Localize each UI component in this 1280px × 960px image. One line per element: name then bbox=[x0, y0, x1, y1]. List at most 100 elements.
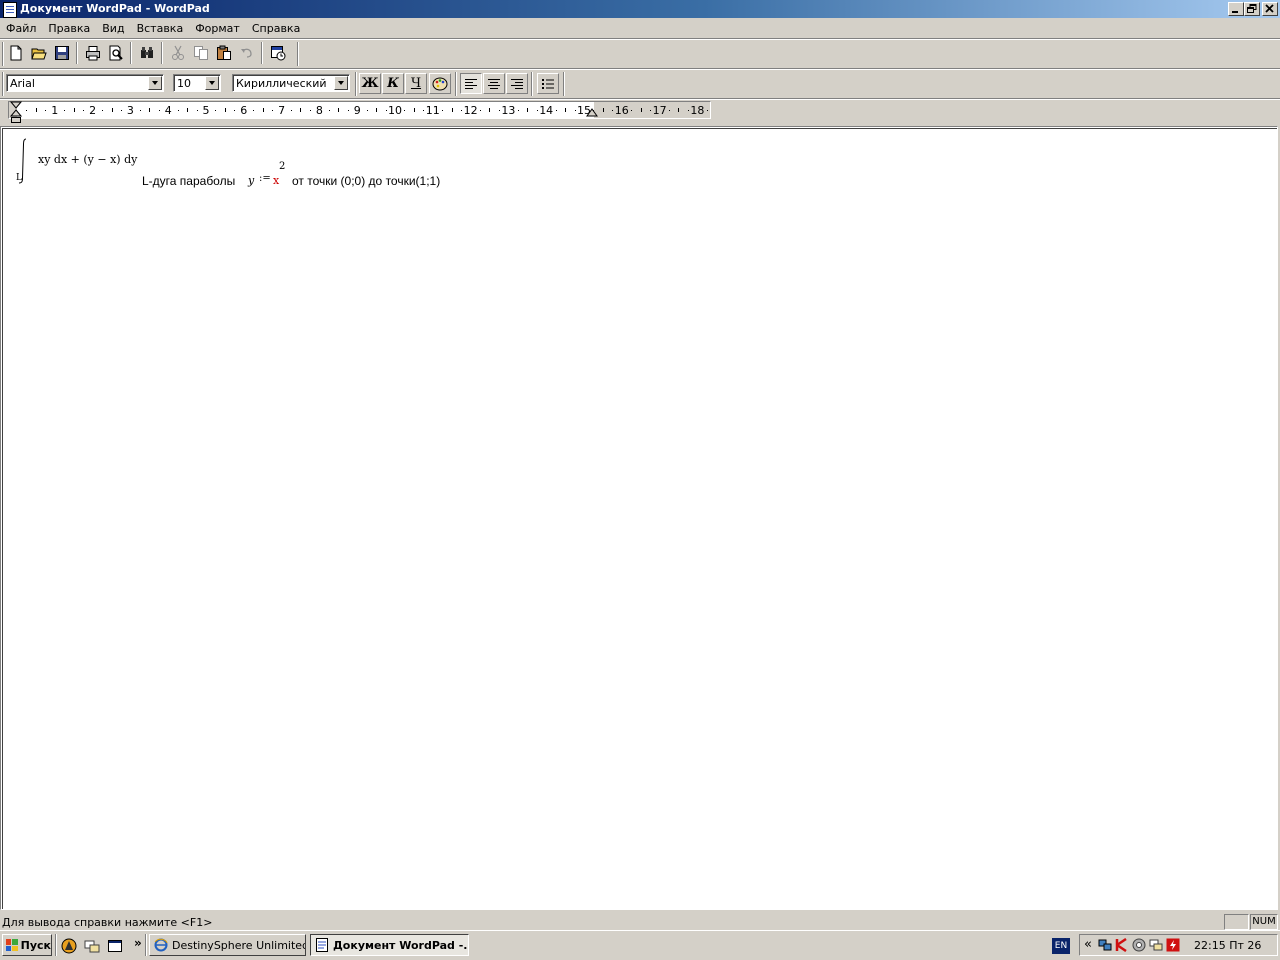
bullets-button[interactable] bbox=[537, 73, 559, 94]
ruler-dot bbox=[83, 110, 84, 111]
close-button[interactable] bbox=[1262, 2, 1278, 16]
chevron-down-icon[interactable] bbox=[205, 76, 219, 90]
save-button[interactable] bbox=[51, 42, 73, 64]
ruler-tick bbox=[527, 108, 528, 112]
ruler-tick bbox=[74, 108, 75, 112]
ruler-tick bbox=[263, 108, 264, 112]
document-area[interactable]: L xy dx + (y − x) dy L-дуга параболы y :… bbox=[0, 126, 1278, 910]
ruler-dot bbox=[575, 110, 576, 111]
menu-file[interactable]: Файл bbox=[0, 19, 42, 37]
color-button[interactable] bbox=[429, 73, 451, 94]
formatbar-grip[interactable] bbox=[2, 72, 4, 96]
ruler-number: 14 bbox=[539, 104, 554, 117]
menu-edit[interactable]: Правка bbox=[42, 19, 96, 37]
toolbar-separator bbox=[161, 42, 163, 64]
ruler-dot bbox=[423, 110, 424, 111]
ruler-dot bbox=[461, 110, 462, 111]
condition-label: L-дуга параболы bbox=[142, 174, 236, 188]
menu-format[interactable]: Формат bbox=[189, 19, 246, 37]
ruler-dot bbox=[707, 110, 708, 111]
italic-button[interactable]: К bbox=[382, 73, 404, 94]
task-wordpad[interactable]: Документ WordPad -... bbox=[310, 934, 469, 956]
quicklaunch-messenger-icon[interactable] bbox=[84, 938, 100, 954]
quicklaunch-app-icon[interactable] bbox=[61, 938, 77, 954]
maximize-button[interactable] bbox=[1244, 2, 1260, 16]
align-left-button[interactable] bbox=[460, 73, 482, 94]
menu-bar: Файл Правка Вид Вставка Формат Справка bbox=[0, 19, 1280, 37]
ruler-number: 7 bbox=[278, 104, 286, 117]
flash-app-icon[interactable] bbox=[1166, 938, 1180, 952]
ruler-number: 3 bbox=[126, 104, 134, 117]
paste-button[interactable] bbox=[213, 42, 235, 64]
ruler[interactable]: 1 2 3 4 5 6 7 8 9 10 11 12 13 14 15 16 17 18 bbox=[8, 101, 711, 119]
font-name-combo[interactable]: Arial bbox=[6, 74, 164, 92]
ruler-dot bbox=[26, 110, 27, 111]
minimize-icon bbox=[1232, 11, 1238, 13]
quicklaunch-more-chevron-icon[interactable]: » bbox=[134, 936, 142, 950]
cut-button[interactable] bbox=[167, 42, 189, 64]
ruler-tick bbox=[376, 108, 377, 112]
task-destinysphere[interactable]: DestinySphere Unlimited ... bbox=[149, 934, 306, 956]
antivirus-icon[interactable] bbox=[1115, 938, 1129, 952]
ruler-tick bbox=[641, 108, 642, 112]
print-button[interactable] bbox=[82, 42, 104, 64]
menu-help[interactable]: Справка bbox=[246, 19, 306, 37]
ruler-number: 13 bbox=[501, 104, 516, 117]
open-button[interactable] bbox=[28, 42, 50, 64]
clock[interactable]: 22:15 Пт 26 bbox=[1194, 939, 1261, 952]
ruler-number: 11 bbox=[425, 104, 440, 117]
copy-button[interactable] bbox=[190, 42, 212, 64]
ruler-tick bbox=[225, 108, 226, 112]
ruler-number: 4 bbox=[164, 104, 172, 117]
ruler-dot bbox=[329, 110, 330, 111]
menu-view[interactable]: Вид bbox=[96, 19, 130, 37]
font-name-value: Arial bbox=[10, 77, 35, 90]
chevron-down-icon[interactable] bbox=[148, 76, 162, 90]
messenger-tray-icon[interactable] bbox=[1149, 938, 1163, 952]
toolbar-end-separator bbox=[297, 42, 299, 66]
ruler-number: 16 bbox=[614, 104, 629, 117]
align-left-icon bbox=[465, 78, 477, 89]
new-button[interactable] bbox=[5, 42, 27, 64]
indent-marker-icon[interactable] bbox=[10, 101, 22, 125]
font-size-combo[interactable]: 10 bbox=[173, 74, 221, 92]
find-button[interactable] bbox=[136, 42, 158, 64]
bullet-list-icon bbox=[542, 78, 554, 89]
show-desktop-icon[interactable] bbox=[107, 938, 123, 954]
chevron-down-icon[interactable] bbox=[334, 76, 348, 90]
formatbar-separator bbox=[531, 72, 533, 96]
ruler-dot bbox=[518, 110, 519, 111]
find-binoculars-icon bbox=[141, 47, 153, 58]
toolbar-separator bbox=[76, 42, 78, 64]
undo-button[interactable] bbox=[236, 42, 258, 64]
bold-button[interactable]: Ж bbox=[359, 73, 381, 94]
ruler-tick bbox=[149, 108, 150, 112]
ruler-tick bbox=[36, 108, 37, 112]
volume-icon[interactable] bbox=[1132, 938, 1146, 952]
script-value: Кириллический bbox=[236, 77, 327, 90]
tray-expand-arrow-icon[interactable]: « bbox=[1084, 937, 1092, 952]
ruler-number: 17 bbox=[652, 104, 667, 117]
title-bar[interactable]: Документ WordPad - WordPad bbox=[0, 0, 1280, 18]
start-button[interactable]: Пуск bbox=[2, 934, 52, 956]
align-center-icon bbox=[488, 78, 500, 89]
minimize-button[interactable] bbox=[1228, 2, 1244, 16]
ruler-dot bbox=[272, 110, 273, 111]
document-page[interactable]: L xy dx + (y − x) dy L-дуга параболы y :… bbox=[2, 128, 1277, 909]
condition-tail: от точки (0;0) до точки(1;1) bbox=[292, 174, 441, 188]
insert-datetime-icon bbox=[271, 46, 286, 61]
start-label: Пуск bbox=[20, 938, 51, 952]
print-preview-button[interactable] bbox=[105, 42, 127, 64]
right-indent-marker-icon[interactable] bbox=[586, 108, 598, 118]
underline-button[interactable]: Ч bbox=[405, 73, 427, 94]
language-indicator[interactable]: EN bbox=[1052, 938, 1070, 954]
menu-insert[interactable]: Вставка bbox=[131, 19, 190, 37]
ruler-dot bbox=[159, 110, 160, 111]
align-right-button[interactable] bbox=[506, 73, 528, 94]
align-center-button[interactable] bbox=[483, 73, 505, 94]
wordpad-app-icon[interactable] bbox=[3, 2, 17, 18]
network-icon[interactable] bbox=[1098, 938, 1112, 952]
ruler-dot bbox=[197, 110, 198, 111]
insert-datetime-button[interactable] bbox=[267, 42, 289, 64]
script-combo[interactable]: Кириллический bbox=[232, 74, 350, 92]
